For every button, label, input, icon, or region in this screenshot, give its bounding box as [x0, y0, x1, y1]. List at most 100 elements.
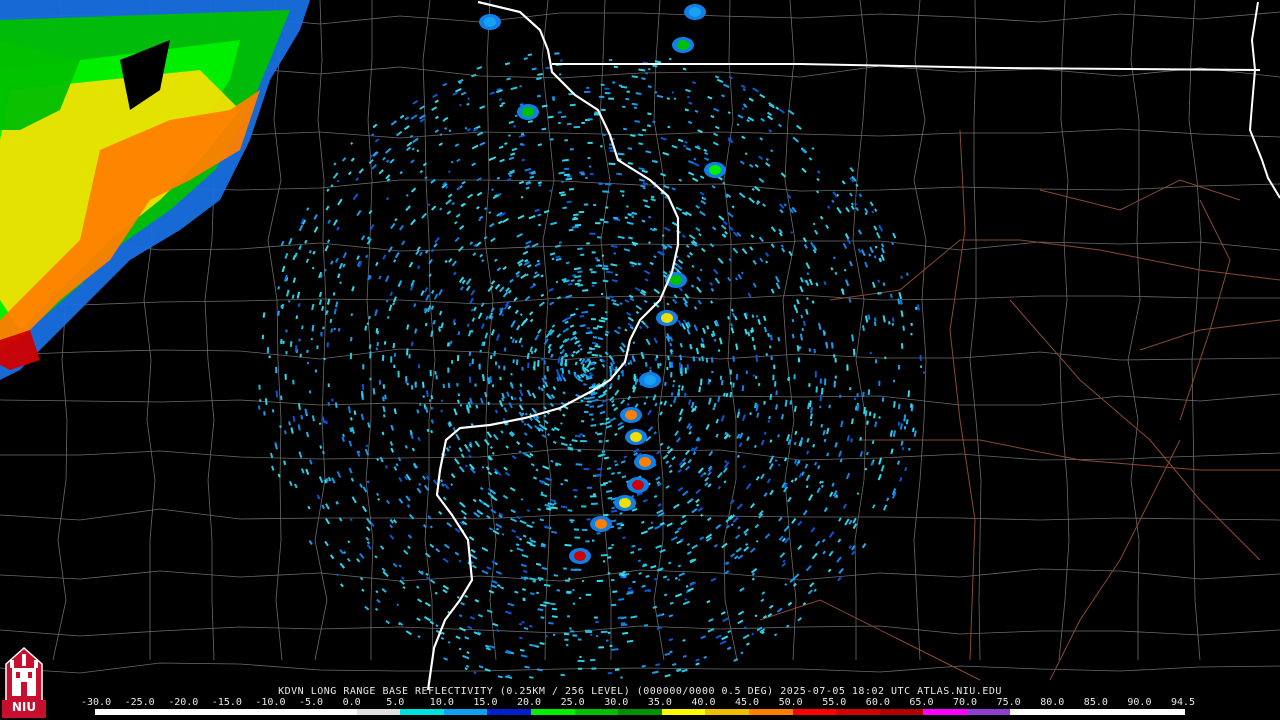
mississippi-river-border [426, 0, 680, 691]
legend-swatch [836, 709, 880, 715]
legend-tick-label: 60.0 [865, 697, 890, 708]
legend-swatch [705, 709, 749, 715]
highway [1009, 299, 1261, 561]
storm-cell-core [661, 313, 673, 323]
storm-complex-northwest [0, 0, 310, 380]
county-line [0, 348, 1280, 361]
storm-cell-core [619, 498, 631, 508]
storm-cell-core [644, 375, 656, 385]
legend-tick-label: -30.0 [81, 697, 112, 708]
legend-tick-label: 75.0 [996, 697, 1021, 708]
county-line [0, 508, 1280, 521]
legend-color-bar [95, 709, 1185, 715]
iowa-minnesota-border [552, 63, 1261, 71]
legend-tick-label: 30.0 [604, 697, 629, 708]
county-line [653, 0, 667, 661]
legend-tick-label: 50.0 [778, 697, 803, 708]
radar-map [0, 0, 1280, 691]
legend-tick-label: 94.5 [1171, 697, 1196, 708]
legend-swatch [138, 709, 183, 715]
radar-echoes [258, 52, 925, 679]
logo-text: NIU [11, 700, 37, 714]
county-line [0, 239, 1280, 252]
storm-cell-core [522, 107, 534, 117]
highway [829, 239, 1280, 301]
legend-tick-label: 65.0 [909, 697, 934, 708]
highway [1049, 439, 1181, 681]
legend-tick-label: 90.0 [1127, 697, 1152, 708]
legend-tick-label: 35.0 [647, 697, 672, 708]
legend-swatch [661, 709, 706, 715]
highway [1179, 199, 1231, 421]
legend-tick-label: -10.0 [255, 697, 286, 708]
county-line [1127, 0, 1141, 660]
legend-tick-label: -25.0 [124, 697, 155, 708]
storm-cell-core [670, 275, 682, 285]
legend-swatch [225, 709, 270, 715]
legend-tick-label: 45.0 [735, 697, 760, 708]
legend-tick-label: -20.0 [168, 697, 199, 708]
storm-cell-core [677, 40, 689, 50]
highway [759, 599, 981, 681]
county-line [0, 294, 1280, 306]
storm-cell-core [630, 432, 642, 442]
legend-swatch [95, 709, 139, 715]
legend-tick-label: -5.0 [299, 697, 324, 708]
legend-tick-label: 40.0 [691, 697, 716, 708]
legend-swatch [923, 709, 967, 715]
county-line [267, 0, 283, 661]
legend-swatch [1097, 709, 1142, 715]
legend-tick-label: 85.0 [1083, 697, 1108, 708]
highway [1139, 319, 1280, 351]
storm-cell-core [595, 519, 607, 529]
highway [949, 129, 976, 661]
storm-cell-core [484, 17, 496, 27]
storm-cell-core [689, 7, 701, 17]
county-line [314, 0, 328, 661]
legend-swatch [748, 709, 793, 715]
legend-tick-label: 20.0 [517, 697, 542, 708]
legend-tick-label: 15.0 [473, 697, 498, 708]
county-line [422, 0, 436, 661]
county-line [723, 0, 738, 661]
product-caption: KDVN LONG RANGE BASE REFLECTIVITY (0.25K… [278, 686, 1002, 697]
county-line [852, 0, 868, 660]
storm-cell-core [709, 165, 721, 175]
legend-swatch [1054, 709, 1098, 715]
legend-tick-label: 55.0 [822, 697, 847, 708]
legend-swatch [400, 709, 444, 715]
county-line [913, 0, 927, 661]
county-line [0, 662, 1280, 674]
legend-tick-label: 5.0 [386, 697, 405, 708]
storm-cell-core [625, 410, 637, 420]
legend-swatch [530, 709, 575, 715]
county-line [0, 393, 1280, 406]
legend-tick-label: 10.0 [429, 697, 454, 708]
storm-cell-core [574, 551, 586, 561]
county-line [969, 0, 982, 661]
county-line [0, 625, 1280, 637]
legend-swatch [269, 709, 313, 715]
legend-tick-labels: -30.0 -25.0 -20.0 -15.0 -10.0 -5.0 0.0 5.0 10.0 1… [81, 697, 1202, 709]
legend-tick-label: 0.0 [342, 697, 361, 708]
county-line [0, 568, 1280, 582]
legend-swatch [1010, 709, 1055, 715]
legend-swatch [356, 709, 401, 715]
legend-tick-label: -15.0 [211, 697, 242, 708]
lake-michigan-shoreline [1248, 1, 1280, 199]
storm-cell-core [632, 480, 644, 490]
legend-tick-label: 25.0 [560, 697, 585, 708]
legend-swatch [182, 709, 226, 715]
highway [1039, 179, 1241, 211]
county-line [1058, 0, 1070, 661]
storm-cell-core [639, 457, 651, 467]
legend-swatch [443, 709, 488, 715]
legend-swatch [618, 709, 662, 715]
legend-swatch [966, 709, 1011, 715]
legend-swatch [792, 709, 837, 715]
legend-tick-label: 70.0 [953, 697, 978, 708]
legend-tick-label: 80.0 [1040, 697, 1065, 708]
legend-swatch [312, 709, 357, 715]
legend-swatch [487, 709, 531, 715]
legend-swatch [574, 709, 619, 715]
